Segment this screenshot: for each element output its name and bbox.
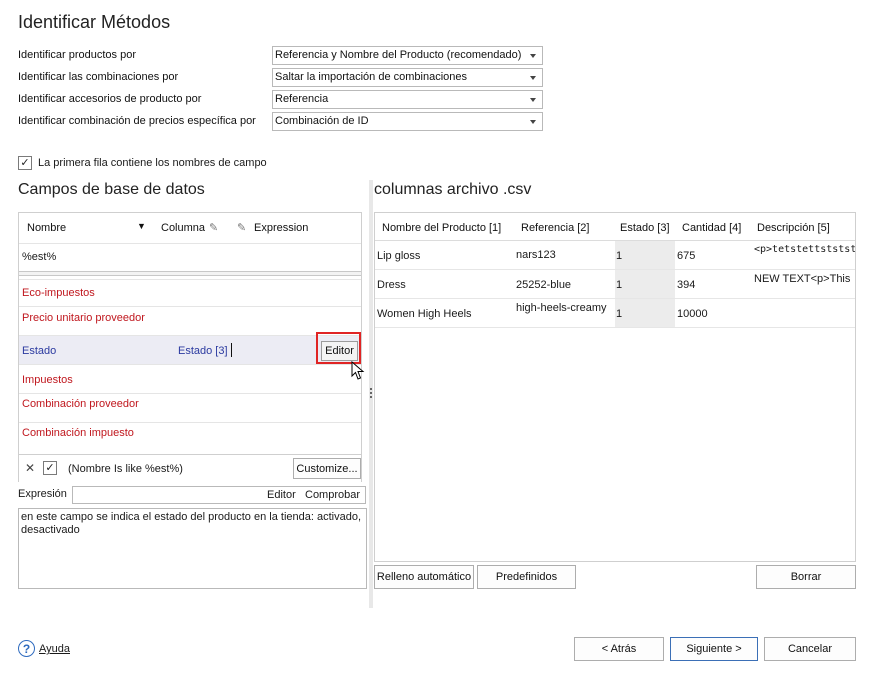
db-fields-title: Campos de base de datos bbox=[18, 181, 205, 198]
field-name: Impuestos bbox=[22, 374, 73, 386]
predefined-button[interactable]: Predefinidos bbox=[477, 565, 576, 589]
csv-header-cell[interactable]: Referencia [2] bbox=[521, 222, 589, 234]
field-description: en este campo se indica el estado del pr… bbox=[18, 508, 367, 589]
identify-products-value: Referencia y Nombre del Producto (recome… bbox=[275, 49, 522, 61]
csv-header-cell[interactable]: Descripción [5] bbox=[757, 222, 830, 234]
chevron-down-icon bbox=[530, 120, 536, 124]
customize-button[interactable]: Customize... bbox=[293, 458, 361, 479]
db-fields-grid: Nombre ▼ Columna ✎ ✎ Expression %est% Ec… bbox=[18, 212, 362, 482]
chevron-down-icon bbox=[530, 76, 536, 80]
identify-accessories-select[interactable]: Referencia bbox=[272, 90, 543, 109]
table-row[interactable]: Eco-impuestos bbox=[19, 279, 361, 306]
next-button[interactable]: Siguiente > bbox=[670, 637, 758, 661]
table-row[interactable]: Impuestos bbox=[19, 364, 361, 393]
field-name: Eco-impuestos bbox=[22, 287, 95, 299]
chevron-down-icon bbox=[530, 98, 536, 102]
identify-accessories-value: Referencia bbox=[275, 93, 329, 105]
autofill-button[interactable]: Relleno automático bbox=[374, 565, 474, 589]
csv-cell: 10000 bbox=[677, 308, 708, 320]
column-header-name[interactable]: Nombre bbox=[27, 222, 66, 234]
check-icon: ✓ bbox=[20, 156, 30, 169]
csv-header-cell[interactable]: Estado [3] bbox=[620, 222, 670, 234]
field-name: Combinación proveedor bbox=[22, 398, 139, 410]
column-header-expression[interactable]: Expression bbox=[254, 222, 308, 234]
csv-cell: 394 bbox=[677, 279, 696, 291]
expression-label: Expresión bbox=[18, 488, 67, 500]
back-button[interactable]: < Atrás bbox=[574, 637, 664, 661]
text-cursor bbox=[231, 343, 232, 357]
cancel-button[interactable]: Cancelar bbox=[764, 637, 856, 661]
field-name: Precio unitario proveedor bbox=[22, 312, 145, 324]
expression-input[interactable]: Editor Comprobar bbox=[72, 486, 366, 504]
highlight-box bbox=[316, 332, 361, 364]
filter-expression-text[interactable]: (Nombre Is like %est%) bbox=[68, 463, 183, 475]
clear-button[interactable]: Borrar bbox=[756, 565, 856, 589]
csv-columns-grid: Nombre del Producto [1] Referencia [2] E… bbox=[374, 212, 856, 562]
table-row[interactable]: Combinación proveedor bbox=[19, 393, 361, 422]
filter-value[interactable]: %est% bbox=[22, 251, 56, 263]
grid-separator bbox=[19, 271, 361, 276]
first-row-headers-label: La primera fila contiene los nombres de … bbox=[38, 157, 267, 169]
csv-header-cell[interactable]: Nombre del Producto [1] bbox=[382, 222, 501, 234]
csv-cell: 675 bbox=[677, 250, 696, 262]
csv-cell: 1 bbox=[616, 279, 623, 291]
filter-enabled-checkbox[interactable]: ✓ bbox=[43, 461, 57, 475]
filter-bar: ✕ ✓ (Nombre Is like %est%) Customize... bbox=[19, 454, 361, 482]
expression-check-link[interactable]: Comprobar bbox=[305, 489, 360, 501]
field-column: Estado [3] bbox=[178, 345, 228, 357]
csv-cell: 1 bbox=[616, 308, 623, 320]
check-icon: ✓ bbox=[45, 461, 55, 474]
identify-combinations-label: Identificar las combinaciones por bbox=[18, 71, 179, 83]
field-name: Estado bbox=[22, 345, 57, 357]
table-row[interactable]: Dress 25252-blue 1 394 NEW TEXT<p>This bbox=[375, 270, 855, 299]
identify-products-label: Identificar productos por bbox=[18, 49, 137, 61]
csv-cell: Dress bbox=[377, 279, 406, 291]
csv-header-row: Nombre del Producto [1] Referencia [2] E… bbox=[375, 213, 855, 241]
identify-specific-price-select[interactable]: Combinación de ID bbox=[272, 112, 543, 131]
pencil-icon: ✎ bbox=[209, 222, 219, 234]
csv-cell: Lip gloss bbox=[377, 250, 421, 262]
identify-combinations-value: Saltar la importación de combinaciones bbox=[275, 71, 467, 83]
mouse-pointer-icon bbox=[351, 361, 365, 380]
identify-specific-price-value: Combinación de ID bbox=[275, 115, 369, 127]
csv-cell: NEW TEXT<p>This bbox=[754, 273, 851, 285]
csv-cell: <p>tetstettstststs</ bbox=[754, 244, 856, 255]
csv-cell: 25252-blue bbox=[516, 279, 572, 291]
pencil-icon: ✎ bbox=[237, 222, 247, 234]
csv-cell: high-heels-creamy bbox=[516, 302, 607, 314]
csv-cell: nars123 bbox=[516, 249, 556, 261]
field-name: Combinación impuesto bbox=[22, 427, 134, 439]
table-row[interactable]: Combinación impuesto bbox=[19, 422, 361, 454]
help-link[interactable]: Ayuda bbox=[39, 643, 70, 655]
filter-row[interactable]: %est% bbox=[19, 243, 361, 271]
identify-products-select[interactable]: Referencia y Nombre del Producto (recome… bbox=[272, 46, 543, 65]
identify-accessories-label: Identificar accesorios de producto por bbox=[18, 93, 202, 105]
expression-editor-link[interactable]: Editor bbox=[267, 489, 296, 501]
close-icon[interactable]: ✕ bbox=[25, 461, 35, 475]
identify-specific-price-label: Identificar combinación de precios espec… bbox=[18, 115, 256, 127]
identify-combinations-select[interactable]: Saltar la importación de combinaciones bbox=[272, 68, 543, 87]
csv-header-cell[interactable]: Cantidad [4] bbox=[682, 222, 741, 234]
csv-cell: Women High Heels bbox=[377, 308, 472, 320]
csv-columns-title: columnas archivo .csv bbox=[374, 181, 532, 198]
table-row[interactable]: Precio unitario proveedor bbox=[19, 306, 361, 335]
filter-icon[interactable]: ▼ bbox=[137, 221, 146, 231]
help-icon[interactable]: ? bbox=[18, 640, 35, 657]
db-fields-header: Nombre ▼ Columna ✎ ✎ Expression bbox=[19, 213, 361, 243]
page-title: Identificar Métodos bbox=[18, 12, 171, 32]
csv-cell: 1 bbox=[616, 250, 623, 262]
chevron-down-icon bbox=[530, 54, 536, 58]
column-header-column[interactable]: Columna bbox=[161, 222, 205, 234]
table-row[interactable]: Women High Heels high-heels-creamy 1 100… bbox=[375, 299, 855, 328]
splitter-grip[interactable] bbox=[370, 388, 372, 398]
first-row-headers-checkbox[interactable]: ✓ bbox=[18, 156, 32, 170]
table-row[interactable]: Lip gloss nars123 1 675 <p>tetstettststs… bbox=[375, 241, 856, 270]
table-row-selected[interactable]: Estado Estado [3] Editor bbox=[19, 335, 361, 364]
